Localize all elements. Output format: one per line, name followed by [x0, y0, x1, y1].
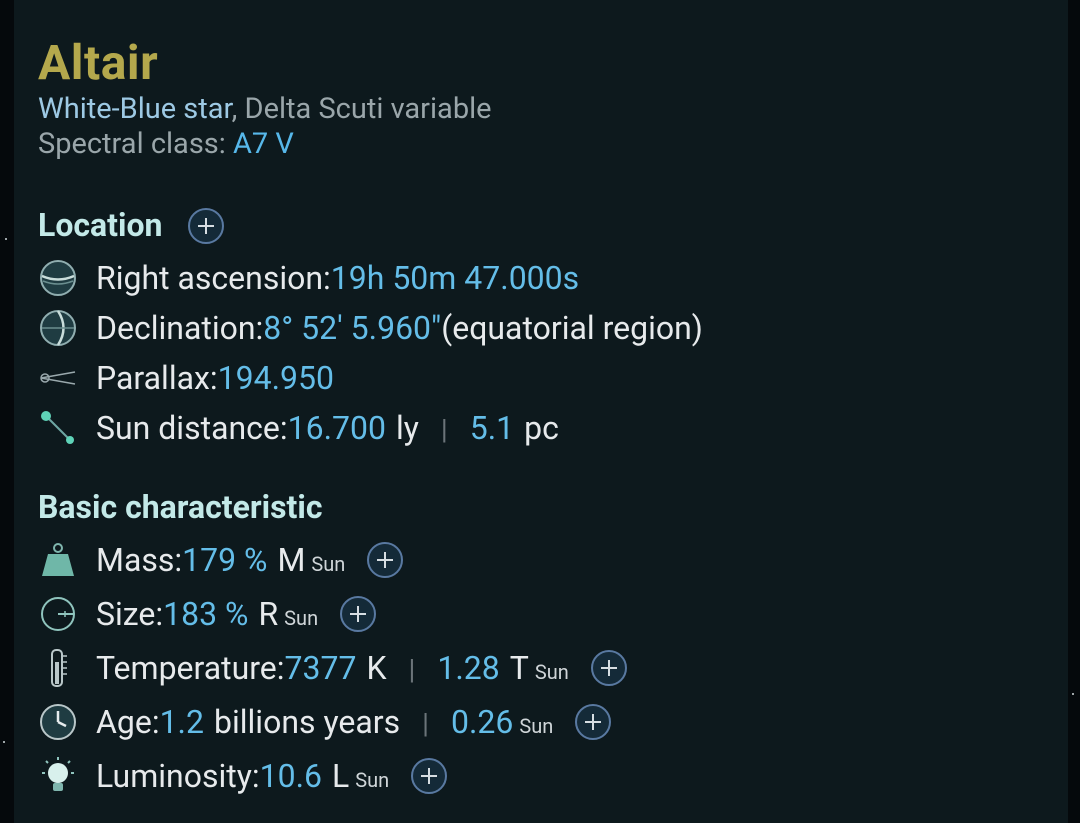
age-unit: billions years — [213, 703, 401, 741]
luminosity-row: Luminosity: 10.6 L Sun — [38, 754, 448, 798]
spectral-class: Spectral class: A7 V — [38, 127, 294, 161]
mass-value: 179 % — [182, 541, 268, 579]
luminosity-expand-button[interactable] — [411, 758, 448, 794]
clock-icon — [38, 702, 78, 742]
age-sun-subscript: Sun — [519, 714, 554, 738]
background-star — [1072, 693, 1074, 695]
temp-relative-value: 1.28 — [437, 649, 500, 687]
distance-pc-value: 5.1 — [469, 409, 515, 447]
temp-sun-subscript: Sun — [534, 660, 569, 684]
globe-ra-icon — [38, 258, 78, 298]
distance-ly-unit: ly — [395, 409, 419, 447]
background-star — [5, 238, 7, 240]
dec-label: Declination: — [96, 309, 264, 347]
distance-pc-unit: pc — [524, 409, 559, 447]
spectral-label: Spectral class: — [38, 127, 233, 161]
right-ascension-row: Right ascension: 19h 50m 47.000s — [38, 256, 579, 300]
separator: | — [422, 707, 429, 740]
mass-row: Mass: 179 % M Sun — [38, 538, 404, 582]
thermometer-icon — [38, 648, 78, 688]
distance-icon — [38, 408, 78, 448]
weight-icon — [38, 540, 78, 580]
temperature-row: Temperature: 7377 K | 1.28 T Sun — [38, 646, 627, 690]
size-expand-button[interactable] — [340, 596, 377, 632]
separator: | — [408, 653, 416, 686]
temp-value: 7377 — [284, 649, 357, 687]
luminosity-unit: L — [332, 757, 350, 795]
parallax-value: 194.950 — [217, 359, 334, 397]
size-row: Size: 183 % R Sun — [38, 592, 377, 636]
age-row: Age: 1.2 billions years | 0.26 Sun — [38, 700, 612, 744]
location-section-title: Location — [38, 206, 162, 244]
ra-label: Right ascension: — [96, 259, 331, 297]
parallax-icon — [38, 358, 78, 398]
age-expand-button[interactable] — [575, 704, 612, 740]
mass-label: Mass: — [96, 541, 183, 579]
lightbulb-icon — [38, 756, 78, 796]
star-description: White-Blue star, Delta Scuti variable — [38, 92, 492, 126]
background-star — [3, 741, 5, 743]
radius-icon — [38, 594, 78, 634]
distance-label: Sun distance: — [96, 409, 288, 447]
globe-dec-icon — [38, 308, 78, 348]
temp-unit: K — [366, 649, 387, 687]
basic-title-text: Basic characteristic — [38, 488, 323, 526]
ra-value: 19h 50m 47.000s — [330, 259, 580, 297]
temperature-expand-button[interactable] — [590, 650, 627, 686]
basic-section-title: Basic characteristic — [38, 488, 323, 526]
size-unit: R — [258, 595, 279, 633]
spectral-value: A7 V — [233, 127, 294, 161]
dec-region-note: (equatorial region) — [441, 309, 703, 347]
luminosity-sun-subscript: Sun — [355, 768, 390, 792]
luminosity-label: Luminosity: — [96, 757, 260, 795]
mass-unit: M — [277, 541, 306, 579]
parallax-label: Parallax: — [96, 359, 218, 397]
parallax-row: Parallax: 194.950 — [38, 356, 334, 400]
age-value: 1.2 — [159, 703, 204, 741]
size-sun-subscript: Sun — [284, 606, 319, 630]
location-title-text: Location — [38, 206, 163, 244]
declination-row: Declination: 8° 52' 5.960" (equatorial r… — [38, 306, 703, 350]
temp-relative-unit: T — [509, 649, 529, 687]
location-expand-button[interactable] — [188, 208, 224, 244]
star-info-panel: Altair White-Blue star, Delta Scuti vari… — [14, 0, 1068, 823]
age-label: Age: — [96, 703, 160, 741]
temp-label: Temperature: — [96, 649, 285, 687]
size-value: 183 % — [163, 595, 249, 633]
dec-value: 8° 52' 5.960" — [263, 309, 442, 347]
luminosity-value: 10.6 — [259, 757, 322, 795]
age-relative-value: 0.26 — [450, 703, 514, 741]
mass-expand-button[interactable] — [367, 542, 404, 578]
star-name: Altair — [38, 34, 159, 91]
size-label: Size: — [96, 595, 164, 633]
star-type-link[interactable]: White-Blue star — [38, 92, 232, 126]
distance-ly-value: 16.700 — [287, 409, 386, 447]
variable-type: , Delta Scuti variable — [231, 92, 492, 126]
sun-distance-row: Sun distance: 16.700 ly | 5.1 pc — [38, 406, 559, 450]
separator: | — [440, 413, 448, 446]
mass-sun-subscript: Sun — [311, 552, 346, 576]
